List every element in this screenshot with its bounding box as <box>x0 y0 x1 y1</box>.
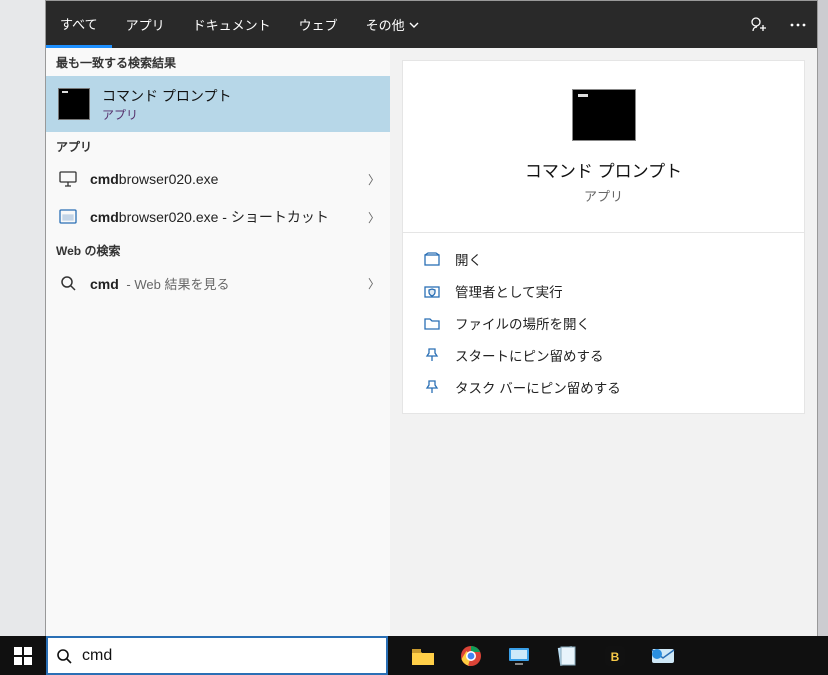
search-icon <box>48 648 80 664</box>
chevron-right-icon: 〉 <box>368 275 380 292</box>
action-label: タスク バーにピン留めする <box>455 377 621 397</box>
tab-web[interactable]: ウェブ <box>285 1 352 48</box>
feedback-icon[interactable] <box>747 14 769 36</box>
tab-more[interactable]: その他 <box>352 1 433 48</box>
more-options-icon[interactable] <box>787 14 809 36</box>
best-match-category: アプリ <box>102 106 231 123</box>
action-label: 開く <box>455 249 482 269</box>
cmd-prompt-icon <box>58 88 90 120</box>
taskbar-search-box[interactable] <box>46 636 388 675</box>
shortcut-icon <box>58 207 78 227</box>
pin-icon <box>423 378 441 396</box>
open-icon <box>423 250 441 268</box>
tab-label: ドキュメント <box>193 15 271 34</box>
taskbar: B <box>0 636 828 675</box>
preview-actions: 開く 管理者として実行 ファイルの場所を開く <box>403 233 804 413</box>
tab-label: その他 <box>366 15 405 34</box>
action-pin-to-taskbar[interactable]: タスク バーにピン留めする <box>403 371 804 403</box>
preview-title: コマンド プロンプト <box>525 157 682 182</box>
app-result-row[interactable]: cmdbrowser020.exe - ショートカット 〉 <box>46 198 390 236</box>
action-label: スタートにピン留めする <box>455 345 604 365</box>
web-result-label: cmd - Web 結果を見る <box>90 274 229 293</box>
tab-label: ウェブ <box>299 15 338 34</box>
taskbar-pinned-apps: B <box>396 636 676 675</box>
tab-apps[interactable]: アプリ <box>112 1 179 48</box>
search-results-panel: すべて アプリ ドキュメント ウェブ その他 最も一致する検索結 <box>45 0 818 636</box>
chevron-down-icon <box>409 22 419 28</box>
monitor-icon <box>58 169 78 189</box>
best-match-row[interactable]: コマンド プロンプト アプリ <box>46 76 390 132</box>
preview-card: コマンド プロンプト アプリ 開く 管理者として実行 <box>402 60 805 414</box>
preview-pane: コマンド プロンプト アプリ 開く 管理者として実行 <box>390 48 817 636</box>
chevron-right-icon: 〉 <box>368 209 380 226</box>
best-match-title: コマンド プロンプト <box>102 86 231 106</box>
cmd-prompt-large-icon <box>572 89 636 141</box>
notepad-icon[interactable] <box>554 643 580 669</box>
mail-icon[interactable] <box>650 643 676 669</box>
search-input[interactable] <box>80 646 386 666</box>
app-result-label: cmdbrowser020.exe <box>90 171 218 187</box>
action-label: 管理者として実行 <box>455 281 563 301</box>
search-icon <box>58 273 78 293</box>
admin-shield-icon <box>423 282 441 300</box>
app-result-label: cmdbrowser020.exe - ショートカット <box>90 207 329 227</box>
svg-text:B: B <box>611 650 620 664</box>
section-header-apps: アプリ <box>46 132 390 160</box>
action-label: ファイルの場所を開く <box>455 313 590 333</box>
preview-category: アプリ <box>584 186 623 205</box>
left-edge-background <box>0 0 45 636</box>
section-header-best-match: 最も一致する検索結果 <box>46 48 390 76</box>
chrome-icon[interactable] <box>458 643 484 669</box>
tab-label: アプリ <box>126 15 165 34</box>
start-button[interactable] <box>0 636 46 675</box>
search-scope-tabs: すべて アプリ ドキュメント ウェブ その他 <box>46 1 817 48</box>
action-pin-to-start[interactable]: スタートにピン留めする <box>403 339 804 371</box>
section-header-web: Web の検索 <box>46 236 390 264</box>
file-explorer-icon[interactable] <box>410 643 436 669</box>
web-result-row[interactable]: cmd - Web 結果を見る 〉 <box>46 264 390 302</box>
pin-icon <box>423 346 441 364</box>
app-result-row[interactable]: cmdbrowser020.exe 〉 <box>46 160 390 198</box>
chevron-right-icon: 〉 <box>368 171 380 188</box>
app-icon-generic[interactable]: B <box>602 643 628 669</box>
action-open-file-location[interactable]: ファイルの場所を開く <box>403 307 804 339</box>
folder-icon <box>423 314 441 332</box>
action-run-as-admin[interactable]: 管理者として実行 <box>403 275 804 307</box>
tab-documents[interactable]: ドキュメント <box>179 1 285 48</box>
results-list: 最も一致する検索結果 コマンド プロンプト アプリ アプリ cmdbrowser… <box>46 48 390 636</box>
action-open[interactable]: 開く <box>403 243 804 275</box>
this-pc-icon[interactable] <box>506 643 532 669</box>
tab-label: すべて <box>60 14 98 33</box>
tab-all[interactable]: すべて <box>46 1 112 48</box>
